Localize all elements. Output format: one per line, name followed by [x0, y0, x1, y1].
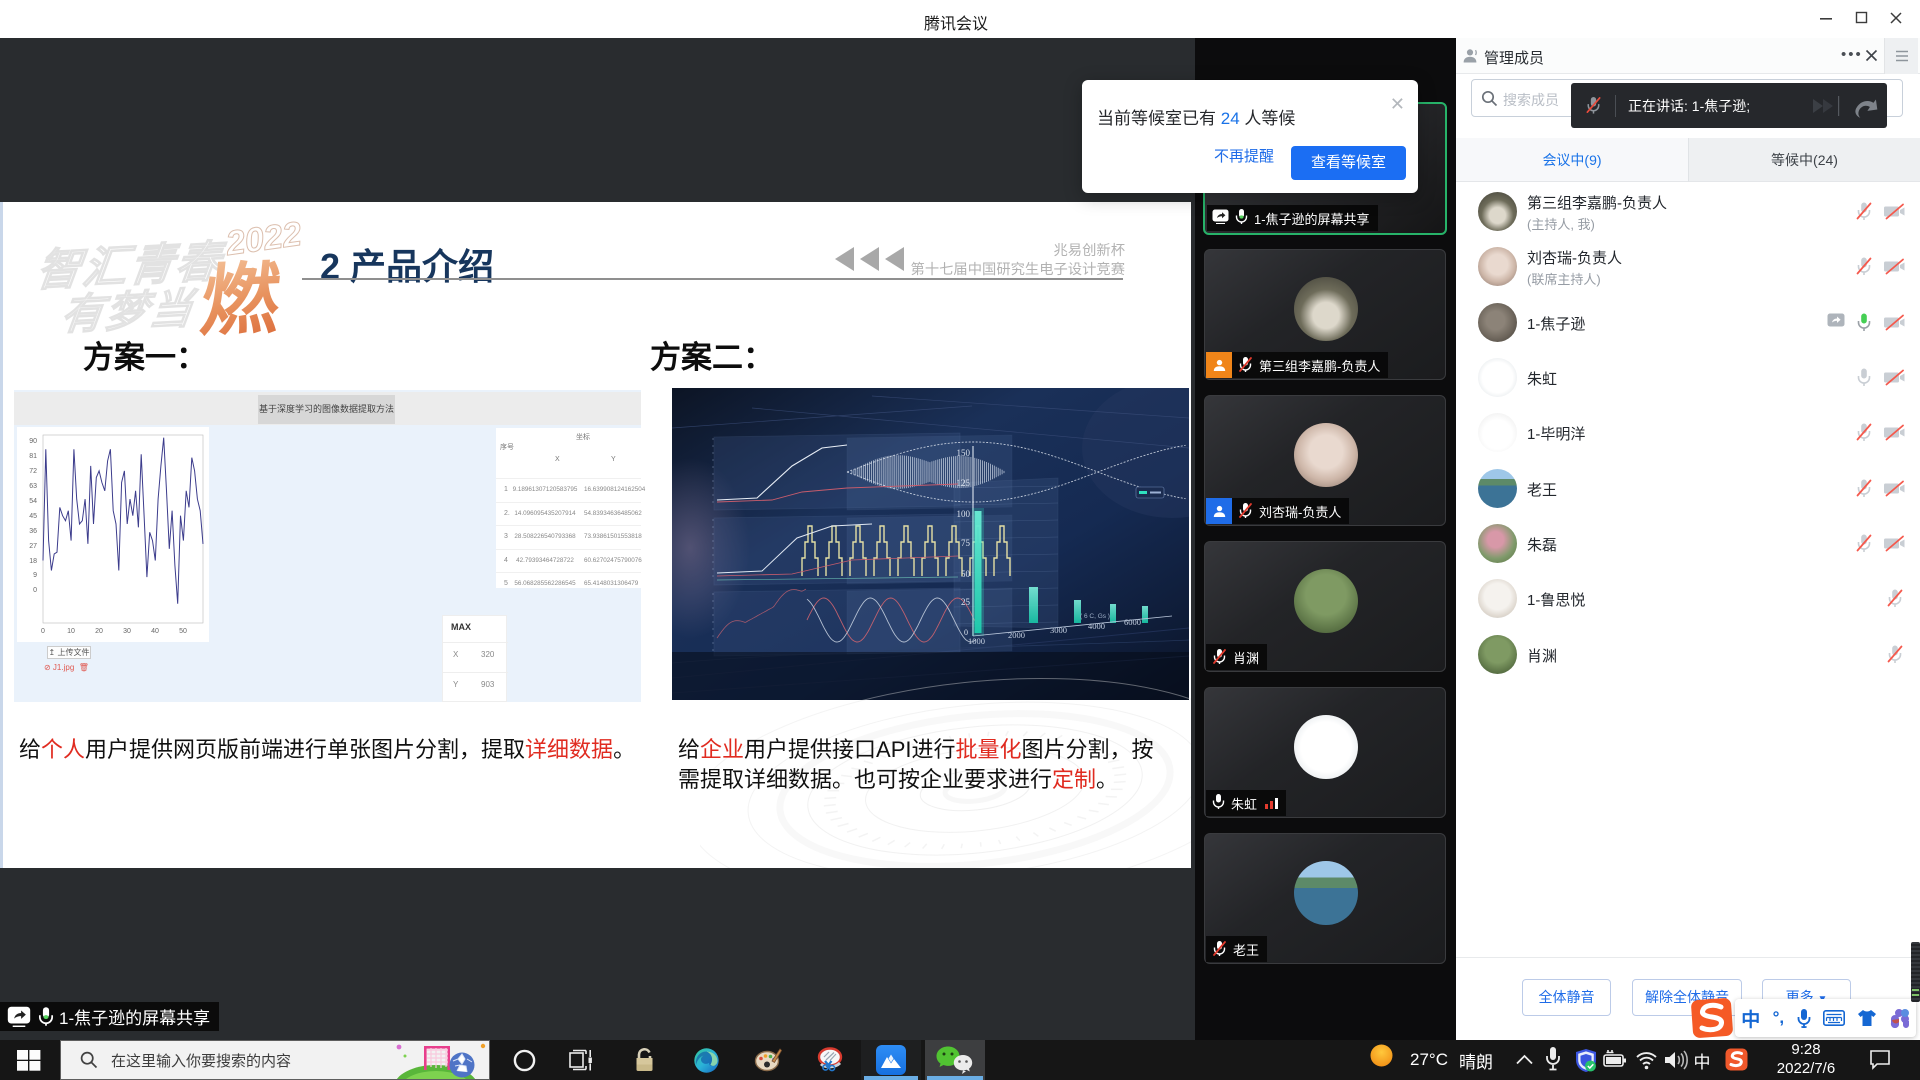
svg-text:18: 18: [29, 558, 37, 565]
svg-text:150: 150: [957, 448, 971, 458]
svg-text:63: 63: [29, 483, 37, 490]
svg-text:4000: 4000: [1088, 621, 1105, 631]
svg-text:50: 50: [179, 628, 187, 635]
svg-text:36: 36: [29, 528, 37, 535]
svg-text:50: 50: [961, 569, 971, 579]
svg-text:45: 45: [29, 513, 37, 520]
svg-text:90: 90: [29, 438, 37, 445]
svg-text:75: 75: [961, 538, 971, 548]
svg-text:9: 9: [33, 572, 37, 579]
svg-text:25: 25: [961, 597, 971, 607]
svg-text:10: 10: [67, 628, 75, 635]
svg-text:100: 100: [957, 509, 971, 519]
svg-text:20: 20: [95, 628, 103, 635]
svg-text:0: 0: [33, 587, 37, 594]
svg-text:81: 81: [29, 453, 37, 460]
svg-text:30: 30: [123, 628, 131, 635]
svg-text:( 6 C, Gs ): ( 6 C, Gs ): [1080, 613, 1110, 620]
svg-text:72: 72: [29, 468, 37, 475]
svg-text:0: 0: [41, 628, 45, 635]
svg-text:40: 40: [151, 628, 159, 635]
svg-text:125: 125: [957, 478, 971, 488]
svg-text:27: 27: [29, 543, 37, 550]
svg-text:54: 54: [29, 498, 37, 505]
svg-text:6000: 6000: [1124, 617, 1141, 627]
